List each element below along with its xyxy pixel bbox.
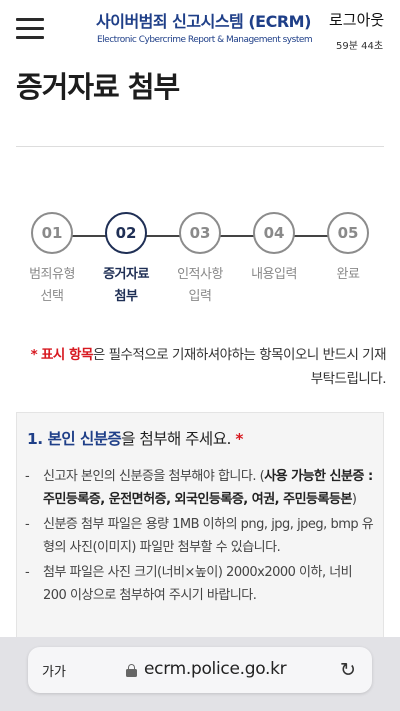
step-2: 02 증거자료 첨부 bbox=[91, 212, 161, 308]
step-number: 05 bbox=[327, 212, 369, 254]
instruction-tail: ) bbox=[351, 492, 357, 507]
section-number: 1. bbox=[27, 430, 48, 448]
required-star: * bbox=[30, 347, 38, 363]
step-3: 03 인적사항 입력 bbox=[165, 212, 235, 308]
step-1: 01 범죄유형 선택 bbox=[17, 212, 87, 308]
menu-bar bbox=[16, 18, 44, 21]
bullet-dash: - bbox=[25, 469, 30, 484]
required-notice: * 표시 항목은 필수적으로 기재하셔야하는 항목이오니 반드시 기재 부탁드립… bbox=[16, 343, 387, 391]
logout-button[interactable]: 로그아웃 bbox=[329, 9, 384, 30]
instruction-text: 신고자 본인의 신분증을 첨부해야 합니다. ( bbox=[43, 469, 265, 484]
step-number: 03 bbox=[179, 212, 221, 254]
reload-icon[interactable]: ↻ bbox=[340, 659, 356, 681]
text-size-button[interactable]: 가가 bbox=[42, 661, 66, 680]
section-title-rest: 을 첨부해 주세요. bbox=[121, 430, 236, 448]
step-label: 범죄유형 선택 bbox=[29, 267, 75, 304]
title-divider bbox=[16, 146, 384, 147]
instruction-item: - 첨부 파일은 사진 크기(너비×높이) 2000x2000 이하, 너비 20… bbox=[25, 561, 375, 607]
instruction-item: - 신고자 본인의 신분증을 첨부해야 합니다. (사용 가능한 신분증 : 주민… bbox=[25, 465, 375, 511]
browser-address-bar: 가가 ecrm.police.go.kr ↻ bbox=[0, 637, 400, 711]
step-number: 01 bbox=[31, 212, 73, 254]
lock-icon bbox=[126, 664, 137, 677]
step-label: 인적사항 입력 bbox=[177, 267, 223, 304]
step-label: 증거자료 첨부 bbox=[103, 267, 149, 304]
step-5: 05 완료 bbox=[313, 212, 383, 286]
id-card-upload-section: 1. 본인 신분증을 첨부해 주세요. * - 신고자 본인의 신분증을 첨부해야… bbox=[16, 412, 384, 672]
menu-bar bbox=[16, 36, 44, 39]
step-number: 02 bbox=[105, 212, 147, 254]
required-mark-label: 표시 항목 bbox=[40, 347, 93, 363]
brand-title[interactable]: 사이버범죄 신고시스템 (ECRM) bbox=[96, 8, 311, 32]
instruction-list: - 신고자 본인의 신분증을 첨부해야 합니다. (사용 가능한 신분증 : 주민… bbox=[25, 465, 375, 609]
hamburger-menu-icon[interactable] bbox=[16, 17, 44, 41]
bullet-dash: - bbox=[25, 517, 30, 532]
instruction-item: - 신분증 첨부 파일은 용량 1MB 이하의 png, jpg, jpeg, b… bbox=[25, 513, 375, 559]
session-timer: 59분 44초 bbox=[336, 41, 384, 52]
page-title: 증거자료 첨부 bbox=[16, 70, 180, 104]
site-header: 사이버범죄 신고시스템 (ECRM) Electronic Cybercrime… bbox=[0, 0, 400, 62]
url-text[interactable]: ecrm.police.go.kr bbox=[144, 659, 287, 679]
brand-subtitle: Electronic Cybercrime Report & Managemen… bbox=[97, 35, 313, 45]
step-number: 04 bbox=[253, 212, 295, 254]
url-field[interactable]: 가가 ecrm.police.go.kr ↻ bbox=[28, 647, 372, 693]
menu-bar bbox=[16, 27, 44, 30]
section-title: 1. 본인 신분증을 첨부해 주세요. * bbox=[27, 427, 243, 449]
progress-steps: 01 범죄유형 선택 02 증거자료 첨부 03 인적사항 입력 04 내용입력… bbox=[0, 212, 400, 322]
instruction-text: 첨부 파일은 사진 크기(너비×높이) 2000x2000 이하, 너비 200… bbox=[43, 565, 353, 603]
section-title-emphasis: 본인 신분증 bbox=[47, 430, 122, 448]
required-star: * bbox=[235, 430, 243, 448]
step-label: 완료 bbox=[336, 267, 360, 282]
notice-text: 은 필수적으로 기재하셔야하는 항목이오니 반드시 기재 부탁드립니다. bbox=[92, 347, 387, 387]
step-label: 내용입력 bbox=[251, 267, 297, 282]
bullet-dash: - bbox=[25, 565, 30, 580]
step-4: 04 내용입력 bbox=[239, 212, 309, 286]
instruction-text: 신분증 첨부 파일은 용량 1MB 이하의 png, jpg, jpeg, bm… bbox=[43, 517, 374, 555]
